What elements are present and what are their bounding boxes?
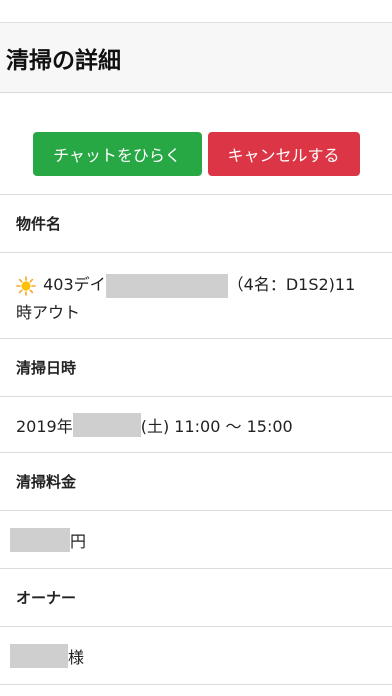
date-suffix: (土) 11:00 〜 15:00 xyxy=(140,416,293,436)
open-chat-button[interactable]: チャットをひらく xyxy=(32,132,202,176)
redacted-fee xyxy=(10,527,70,552)
owner-label: オーナー xyxy=(0,569,392,627)
property-name-prefix: 403デイ xyxy=(43,275,106,294)
page-header: 清掃の詳細 xyxy=(0,23,392,93)
sun-icon xyxy=(16,275,43,296)
date-prefix: 2019年 xyxy=(16,416,73,436)
property-name-suffix: （4名：D1S2)11 xyxy=(227,275,356,294)
fee-value: 円 xyxy=(0,511,392,569)
action-bar: チャットをひらく キャンセルする xyxy=(0,93,392,195)
owner-value: 様 xyxy=(0,627,392,685)
property-name-line2: 時アウト xyxy=(16,303,81,322)
fee-label: 清掃料金 xyxy=(0,453,392,511)
datetime-label: 清掃日時 xyxy=(0,339,392,397)
property-label: 物件名 xyxy=(0,195,392,253)
property-value: 403デイ （4名：D1S2)11 時アウト xyxy=(0,253,392,339)
status-bar-spacer xyxy=(0,0,392,23)
page-title: 清掃の詳細 xyxy=(6,47,121,74)
cancel-button[interactable]: キャンセルする xyxy=(207,132,360,176)
owner-honorific: 様 xyxy=(68,647,85,667)
fee-unit: 円 xyxy=(70,531,87,551)
redacted-property-name xyxy=(105,273,228,298)
redacted-date xyxy=(72,412,141,437)
redacted-owner-name xyxy=(10,643,68,668)
datetime-value: 2019年 (土) 11:00 〜 15:00 xyxy=(0,397,392,453)
